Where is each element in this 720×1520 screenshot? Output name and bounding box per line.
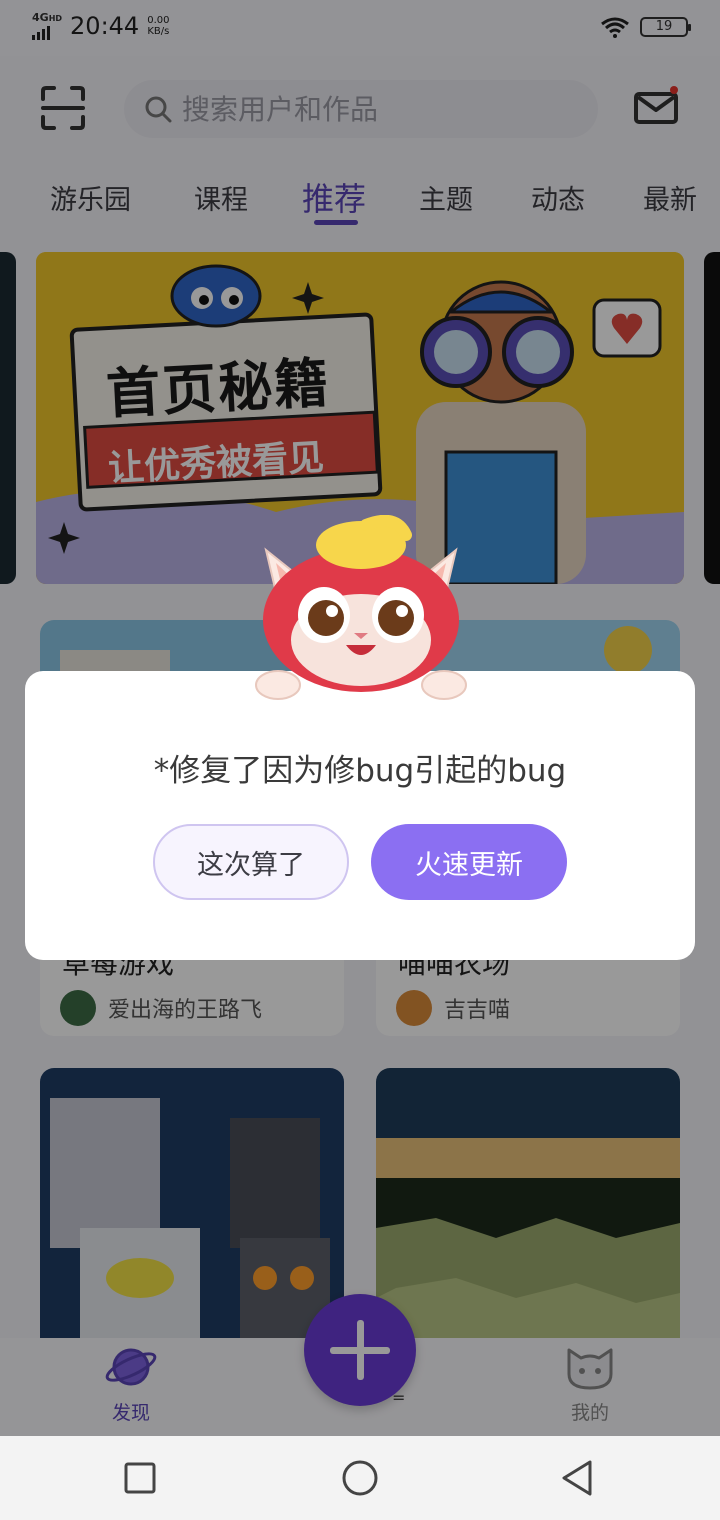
mascot-cat-icon	[255, 515, 467, 700]
update-dialog: *修复了因为修bug引起的bug 这次算了 火速更新	[25, 671, 695, 960]
system-nav-bar	[0, 1436, 720, 1520]
update-message: *修复了因为修bug引起的bug	[153, 753, 567, 789]
update-now-button[interactable]: 火速更新	[371, 824, 567, 900]
recent-apps-icon[interactable]	[120, 1458, 160, 1498]
dismiss-button[interactable]: 这次算了	[153, 824, 349, 900]
back-icon[interactable]	[558, 1458, 598, 1498]
home-icon[interactable]	[340, 1458, 380, 1498]
